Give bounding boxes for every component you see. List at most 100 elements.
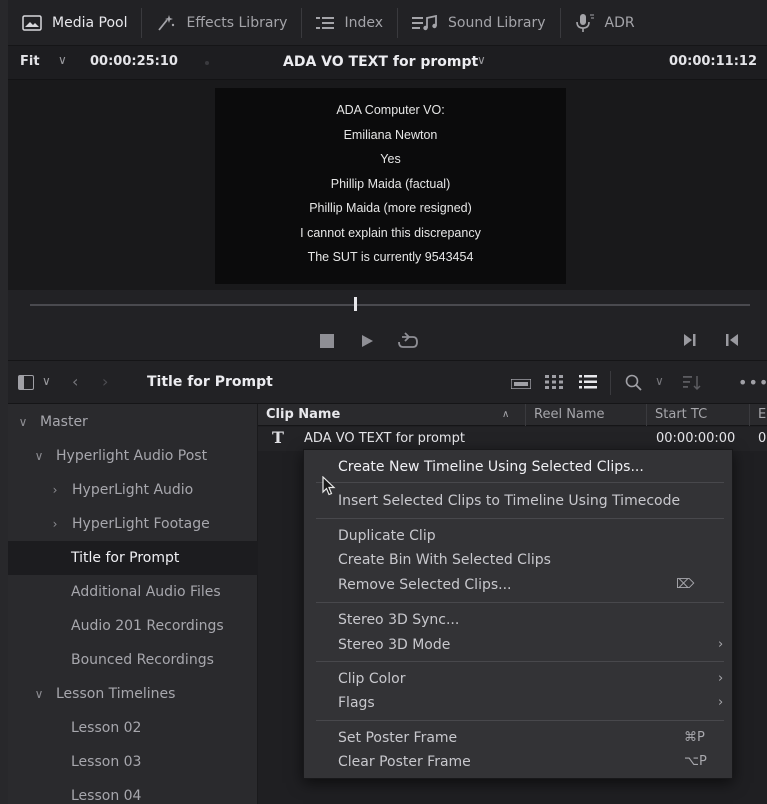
media-page: Media Pool Effects Library Index Sound L… <box>8 0 767 804</box>
chevron-down-icon[interactable]: ∨ <box>14 415 32 429</box>
bin-sidebar: ∨ Master ∨ Hyperlight Audio Post › Hyper… <box>8 404 258 804</box>
sidebar-item-lesson-04[interactable]: Lesson 04 <box>8 779 258 804</box>
adr-label: ADR <box>604 14 635 31</box>
menu-divider <box>316 518 724 519</box>
menu-divider <box>316 602 724 603</box>
sidebar-item-label: Lesson 02 <box>71 720 142 736</box>
sidebar-item-lesson-timelines[interactable]: ∨ Lesson Timelines <box>8 677 258 711</box>
table-row[interactable]: T ADA VO TEXT for prompt 00:00:00:00 0 <box>258 427 767 451</box>
chevron-right-icon: › <box>718 637 724 652</box>
context-menu: Create New Timeline Using Selected Clips… <box>303 449 733 779</box>
sidebar-item-label: HyperLight Footage <box>72 516 210 532</box>
top-toolbar: Media Pool Effects Library Index Sound L… <box>8 0 767 46</box>
chevron-down-icon[interactable]: ∨ <box>655 374 664 388</box>
scrubber-bar[interactable] <box>30 304 750 306</box>
sidebar-item-additional-audio-files[interactable]: Additional Audio Files <box>8 575 258 609</box>
mouse-pointer-icon <box>322 476 336 496</box>
loop-icon[interactable] <box>396 331 420 351</box>
title-line: Phillip Maida (more resigned) <box>309 201 472 215</box>
sidebar-item-label: Title for Prompt <box>71 550 180 566</box>
clip-name-cell: ADA VO TEXT for prompt <box>304 431 465 446</box>
menu-item-flags[interactable]: Flags <box>338 691 375 715</box>
title-line: The SUT is currently 9543454 <box>307 250 474 264</box>
set-poster-frame-shortcut: ⌘P <box>684 730 705 745</box>
title-line: ADA Computer VO: <box>336 103 445 117</box>
bin-header: ∨ ‹ › Title for Prompt ∨ ••• <box>8 360 767 404</box>
forward-arrow-icon[interactable]: › <box>102 372 108 391</box>
sidebar-item-label: Hyperlight Audio Post <box>56 448 208 464</box>
sidebar-item-hyperlight-footage[interactable]: › HyperLight Footage <box>8 507 258 541</box>
go-to-end-button[interactable] <box>683 333 697 347</box>
sound-library-icon <box>412 14 437 30</box>
menu-item-stereo-3d-sync[interactable]: Stereo 3D Sync... <box>338 608 459 632</box>
search-icon[interactable] <box>625 374 643 392</box>
sidebar-item-bounced-recordings[interactable]: Bounced Recordings <box>8 643 258 677</box>
sidebar-item-label: Lesson 04 <box>71 788 142 804</box>
sidebar-item-label: Audio 201 Recordings <box>71 618 224 634</box>
sort-ascending-icon[interactable]: ∧ <box>502 404 509 426</box>
sidebar-item-hyperlight-audio-post[interactable]: ∨ Hyperlight Audio Post <box>8 439 258 473</box>
menu-item-duplicate-clip[interactable]: Duplicate Clip <box>338 524 436 548</box>
sidebar-item-audio-201-recordings[interactable]: Audio 201 Recordings <box>8 609 258 643</box>
menu-item-set-poster-frame[interactable]: Set Poster Frame <box>338 726 457 750</box>
viewer-clip-title[interactable]: ADA VO TEXT for prompt <box>283 54 478 70</box>
column-reel-name[interactable]: Reel Name <box>525 404 646 426</box>
column-header-row: Clip Name ∧ Reel Name Start TC E <box>258 404 767 426</box>
strip-view-icon[interactable] <box>511 379 531 389</box>
menu-divider <box>316 661 724 662</box>
menu-item-create-bin[interactable]: Create Bin With Selected Clips <box>338 548 551 572</box>
sidebar-toggle-icon[interactable] <box>18 375 34 390</box>
menu-item-stereo-3d-mode[interactable]: Stereo 3D Mode <box>338 633 450 657</box>
chevron-down-icon[interactable]: ∨ <box>58 53 67 67</box>
index-tab[interactable]: Index <box>302 0 397 46</box>
sound-library-label: Sound Library <box>448 14 546 31</box>
sidebar-item-master[interactable]: ∨ Master <box>8 405 258 439</box>
title-line: Emiliana Newton <box>343 127 438 142</box>
sound-library-tab[interactable]: Sound Library <box>398 0 560 46</box>
chevron-right-icon[interactable]: › <box>46 517 64 531</box>
sidebar-item-lesson-02[interactable]: Lesson 02 <box>8 711 258 745</box>
chevron-down-icon[interactable]: ∨ <box>477 53 486 67</box>
header-divider <box>610 371 611 395</box>
bin-title: Title for Prompt <box>147 374 273 390</box>
chevron-right-icon: › <box>718 695 724 710</box>
menu-item-create-new-timeline[interactable]: Create New Timeline Using Selected Clips… <box>338 455 644 479</box>
sidebar-item-hyperlight-audio[interactable]: › HyperLight Audio <box>8 473 258 507</box>
back-arrow-icon[interactable]: ‹ <box>72 372 78 391</box>
menu-item-remove-selected-clips[interactable]: Remove Selected Clips... <box>338 573 512 597</box>
thumbnail-view-icon[interactable] <box>545 375 563 389</box>
play-button[interactable] <box>360 334 374 348</box>
chevron-down-icon[interactable]: ∨ <box>42 374 51 388</box>
chevron-right-icon: › <box>718 671 724 686</box>
column-start-tc[interactable]: Start TC <box>646 404 749 426</box>
start-tc-cell: 00:00:00:00 <box>656 431 736 446</box>
sidebar-item-label: HyperLight Audio <box>72 482 194 498</box>
sidebar-item-lesson-03[interactable]: Lesson 03 <box>8 745 258 779</box>
sidebar-item-title-for-prompt[interactable]: Title for Prompt <box>8 541 258 575</box>
playhead[interactable] <box>354 297 357 311</box>
status-dot <box>205 61 209 65</box>
stop-button[interactable] <box>320 334 334 348</box>
more-options-icon[interactable]: ••• <box>738 373 767 392</box>
menu-divider <box>316 482 724 483</box>
chevron-right-icon[interactable]: › <box>46 483 64 497</box>
column-end-tc[interactable]: E <box>749 404 767 426</box>
media-pool-tab[interactable]: Media Pool <box>8 0 141 46</box>
title-text-lines: ADA Computer VO: Emiliana Newton Yes Phi… <box>215 98 566 270</box>
sort-icon[interactable] <box>683 375 701 391</box>
adr-tab[interactable]: ADR <box>561 0 649 46</box>
menu-item-clip-color[interactable]: Clip Color <box>338 667 405 691</box>
chevron-down-icon[interactable]: ∨ <box>30 449 48 463</box>
zoom-dropdown[interactable]: Fit <box>20 54 40 69</box>
media-pool-icon <box>22 14 42 31</box>
go-to-start-button[interactable] <box>725 333 739 347</box>
chevron-down-icon[interactable]: ∨ <box>30 687 48 701</box>
column-clip-name[interactable]: Clip Name <box>258 404 525 426</box>
effects-library-tab[interactable]: Effects Library <box>142 0 301 46</box>
menu-divider <box>316 720 724 721</box>
list-view-icon[interactable] <box>579 375 597 389</box>
viewer-header: Fit ∨ 00:00:25:10 ADA VO TEXT for prompt… <box>8 46 767 80</box>
menu-item-insert-selected-clips[interactable]: Insert Selected Clips to Timeline Using … <box>338 489 680 513</box>
record-timecode: 00:00:11:12 <box>669 54 757 69</box>
menu-item-clear-poster-frame[interactable]: Clear Poster Frame <box>338 750 471 774</box>
